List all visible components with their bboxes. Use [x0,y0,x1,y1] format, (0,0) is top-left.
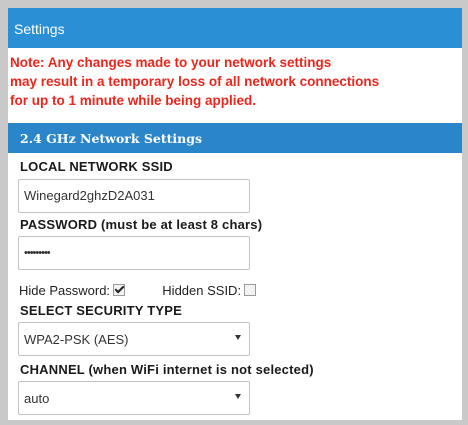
hidden-ssid-label: Hidden SSID: [162,283,242,298]
note-line-2: may result in a temporary loss of all ne… [10,74,380,89]
note-line-3: for up to 1 minute while being applied. [10,93,257,108]
ssid-label: LOCAL NETWORK SSID [20,159,173,174]
settings-panel: Settings Note: Any changes made to your … [8,8,462,420]
page-frame: Settings Note: Any changes made to your … [0,0,468,425]
network-change-note: Note: Any changes made to your network s… [10,53,462,110]
security-type-select[interactable]: WPA2-PSK (AES) [18,322,250,356]
visibility-options-row: Hide Password: Hidden SSID: [19,283,257,299]
channel-select[interactable]: auto [18,381,250,415]
section-title: 2.4 GHz Network Settings [20,131,203,146]
hide-password-checkbox[interactable] [113,284,126,296]
note-line-1: Note: Any changes made to your network s… [10,55,332,70]
settings-header: Settings [8,8,462,48]
hide-password-label: Hide Password: [19,283,111,298]
password-input-value: ••••••••• [24,247,51,259]
ssid-input[interactable]: Winegard2ghzD2A031 [18,179,250,213]
settings-title: Settings [14,21,65,37]
security-type-label: SELECT SECURITY TYPE [20,303,182,318]
password-label: PASSWORD (must be at least 8 chars) [20,217,263,232]
section-header-2-4ghz: 2.4 GHz Network Settings [8,123,462,153]
hidden-ssid-checkbox[interactable] [244,284,257,296]
channel-value: auto [24,391,50,406]
chevron-down-icon [235,394,241,399]
ssid-input-value: Winegard2ghzD2A031 [24,188,155,203]
chevron-down-icon [235,335,241,340]
password-input[interactable]: ••••••••• [18,236,250,270]
channel-label: CHANNEL (when WiFi internet is not selec… [20,362,314,377]
security-type-value: WPA2-PSK (AES) [24,332,129,347]
